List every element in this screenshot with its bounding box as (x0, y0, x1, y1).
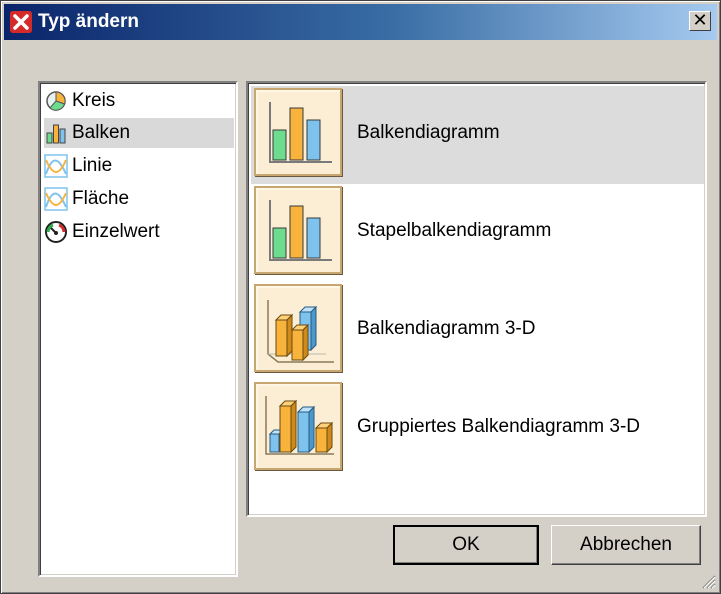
app-logo-icon (10, 11, 32, 33)
category-label: Linie (72, 155, 113, 176)
category-label: Kreis (72, 90, 116, 111)
ok-button[interactable]: OK (393, 525, 539, 565)
category-item-kreis[interactable]: Kreis (44, 86, 234, 116)
close-button[interactable]: ✕ (689, 11, 711, 31)
category-item-flaeche[interactable]: Fläche (44, 184, 234, 214)
category-list[interactable]: Kreis Balken Linie Fläche Einzelwert (38, 81, 238, 577)
stacked-bar-chart-thumb-icon (254, 186, 342, 274)
category-label: Einzelwert (72, 221, 160, 242)
change-type-dialog: Typ ändern ✕ Kreis Balken Linie Fläche E… (0, 0, 721, 594)
category-item-einzelwert[interactable]: Einzelwert (44, 217, 234, 247)
chart-type-grouped-bar-3d[interactable]: Gruppiertes Balkendiagramm 3-D (251, 380, 704, 478)
chart-type-label: Balkendiagramm 3-D (357, 318, 536, 339)
bar-chart-thumb-icon (254, 88, 342, 176)
dialog-title: Typ ändern (38, 11, 139, 32)
pie-chart-icon (44, 89, 68, 113)
close-icon: ✕ (692, 10, 708, 31)
grouped-bar-chart-3d-thumb-icon (254, 382, 342, 470)
title-bar[interactable]: Typ ändern ✕ (4, 4, 717, 40)
gauge-icon (44, 220, 68, 244)
area-chart-icon (44, 187, 68, 211)
bar-chart-icon (44, 121, 68, 145)
chart-type-bar[interactable]: Balkendiagramm (251, 86, 704, 184)
category-label: Balken (72, 122, 131, 143)
chart-type-list[interactable]: Balkendiagramm Stapelbalkendiagramm Balk… (246, 81, 707, 517)
cancel-button[interactable]: Abbrechen (551, 525, 701, 565)
category-label: Fläche (72, 188, 130, 209)
chart-type-stacked-bar[interactable]: Stapelbalkendiagramm (251, 184, 704, 282)
category-item-linie[interactable]: Linie (44, 151, 234, 181)
category-item-balken[interactable]: Balken (44, 118, 234, 148)
chart-type-bar-3d[interactable]: Balkendiagramm 3-D (251, 282, 704, 380)
resize-grip-icon[interactable] (698, 571, 716, 589)
line-chart-icon (44, 154, 68, 178)
chart-type-label: Balkendiagramm (357, 122, 500, 143)
chart-type-label: Gruppiertes Balkendiagramm 3-D (357, 416, 641, 437)
chart-type-label: Stapelbalkendiagramm (357, 220, 552, 241)
bar-chart-3d-thumb-icon (254, 284, 342, 372)
